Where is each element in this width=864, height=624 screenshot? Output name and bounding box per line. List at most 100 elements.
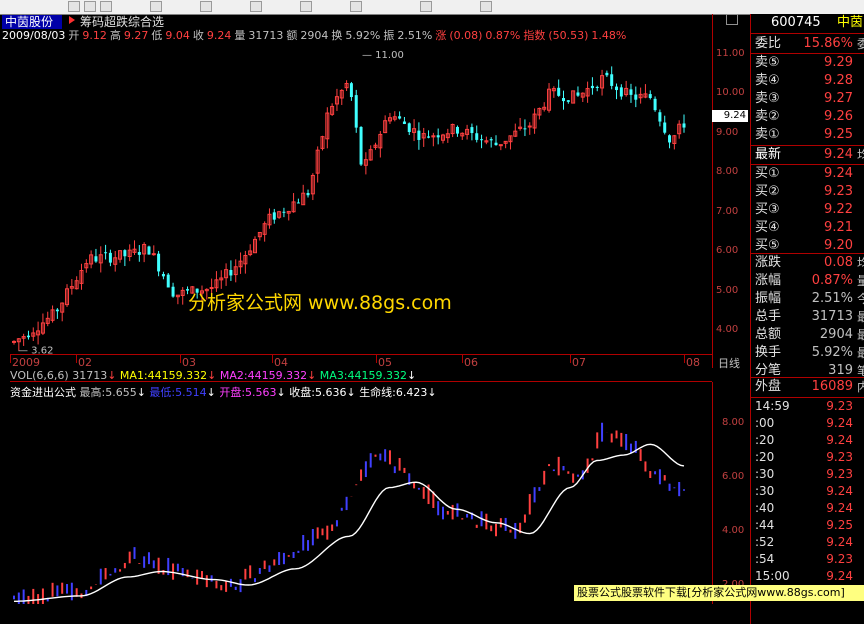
tick-time: :20	[755, 433, 775, 447]
candle	[489, 137, 493, 148]
indicator-chart[interactable]	[10, 382, 712, 604]
square-icon[interactable]	[726, 14, 738, 25]
save-icon[interactable]	[480, 1, 492, 12]
candle	[36, 321, 41, 345]
chart-icon[interactable]	[300, 1, 312, 12]
tick-time: :40	[755, 501, 775, 515]
candle	[21, 333, 26, 346]
ask-row-label: 卖②	[755, 109, 780, 124]
candle	[248, 244, 253, 257]
price-axis-label: 6.00	[716, 245, 739, 257]
weibi-edge: 委	[857, 37, 864, 51]
bid-row-value: 9.22	[824, 202, 853, 217]
candle	[638, 87, 643, 104]
candle	[166, 273, 170, 288]
bid-row-label: 买①	[755, 166, 780, 181]
stat-row-label: 换手	[755, 345, 782, 360]
candle	[407, 122, 411, 136]
ask-row-value: 9.26	[824, 109, 853, 124]
date-axis-label: 2009	[12, 356, 40, 369]
color-icon[interactable]	[420, 1, 432, 12]
period-label[interactable]: 日线	[718, 355, 740, 371]
candle	[180, 287, 185, 305]
stat-row-value: 0.08	[824, 255, 853, 270]
life-line	[14, 443, 685, 602]
line-icon[interactable]	[100, 1, 112, 12]
candle	[470, 123, 474, 141]
text-icon[interactable]	[84, 1, 96, 12]
date-tick	[462, 355, 463, 363]
candle	[643, 84, 648, 99]
price-axis: 11.00 10.00 9.00 8.00 7.00 6.00 5.00 4.00	[712, 14, 749, 368]
candle	[634, 86, 638, 108]
stat-row-value: 2.51%	[811, 291, 853, 306]
candle	[658, 109, 662, 127]
candle	[161, 271, 165, 280]
table-icon[interactable]	[350, 1, 362, 12]
tick-time: :00	[755, 416, 775, 430]
formula-name[interactable]: 筹码超跌综合选	[80, 15, 164, 29]
candle	[310, 173, 315, 201]
ask-row-label: 卖①	[755, 127, 780, 142]
bid-row-value: 9.24	[824, 166, 853, 181]
pen-icon[interactable]	[150, 1, 162, 12]
tick-price: 9.24	[826, 484, 853, 498]
info-high-label: 高	[109, 29, 121, 42]
bid-row-label: 买④	[755, 220, 780, 235]
info-vol-label: 量	[234, 29, 246, 42]
date-tick	[570, 355, 571, 363]
tick-price: 9.24	[826, 569, 853, 583]
date-tick	[10, 355, 11, 363]
candle	[378, 131, 383, 158]
tick-row: :30 9.23	[751, 466, 864, 483]
candle	[557, 79, 561, 97]
outer-row: 外盘 16089 内	[751, 378, 864, 396]
stat-row-edge: 最	[857, 346, 864, 360]
candle	[427, 130, 431, 139]
tick-row: :30 9.24	[751, 483, 864, 500]
info-date: 2009/08/03	[2, 29, 66, 42]
candle	[315, 146, 320, 183]
candle	[615, 83, 619, 100]
candle	[118, 250, 123, 263]
candle	[349, 81, 353, 101]
tick-row: :44 9.25	[751, 517, 864, 534]
candle	[566, 100, 570, 104]
indicator-chart-panel[interactable]	[10, 382, 712, 604]
stat-row: 涨幅 0.87% 量	[751, 272, 864, 290]
current-price-marker: 9.24	[712, 110, 748, 122]
tick-row: :52 9.24	[751, 534, 864, 551]
candle	[455, 125, 459, 137]
candle	[89, 250, 94, 269]
candle	[480, 134, 484, 149]
quote-header: 600745 中茵	[751, 14, 864, 32]
candle	[417, 122, 421, 150]
candle	[494, 135, 498, 146]
ask-row: 卖① 9.25	[751, 126, 864, 144]
stock-short-name: 中茵	[836, 15, 863, 30]
candle	[648, 90, 652, 100]
candle	[585, 81, 590, 103]
fib-icon[interactable]	[250, 1, 262, 12]
arrow-icon[interactable]	[68, 1, 80, 12]
candle	[12, 340, 16, 345]
ask-row-label: 卖④	[755, 73, 780, 88]
candle	[392, 111, 397, 122]
candle	[398, 111, 402, 120]
candle	[262, 221, 267, 242]
candle	[171, 282, 175, 298]
date-axis-label: 03	[182, 356, 196, 369]
bid-row: 买④ 9.21	[751, 219, 864, 237]
rect-icon[interactable]	[200, 1, 212, 12]
stock-name[interactable]: 中茵股份	[2, 15, 62, 29]
candle	[503, 140, 508, 149]
weibi-label: 委比	[755, 36, 782, 51]
stat-row-edge: 量	[857, 274, 864, 288]
candle	[436, 128, 440, 145]
candle	[79, 263, 84, 290]
footer-banner[interactable]: 股票公式股票软件下载[分析家公式网www.88gs.com]	[574, 585, 864, 601]
candle	[50, 305, 55, 323]
candle	[668, 134, 672, 149]
tick-price: 9.23	[826, 467, 853, 481]
stock-code: 600745	[771, 15, 821, 30]
